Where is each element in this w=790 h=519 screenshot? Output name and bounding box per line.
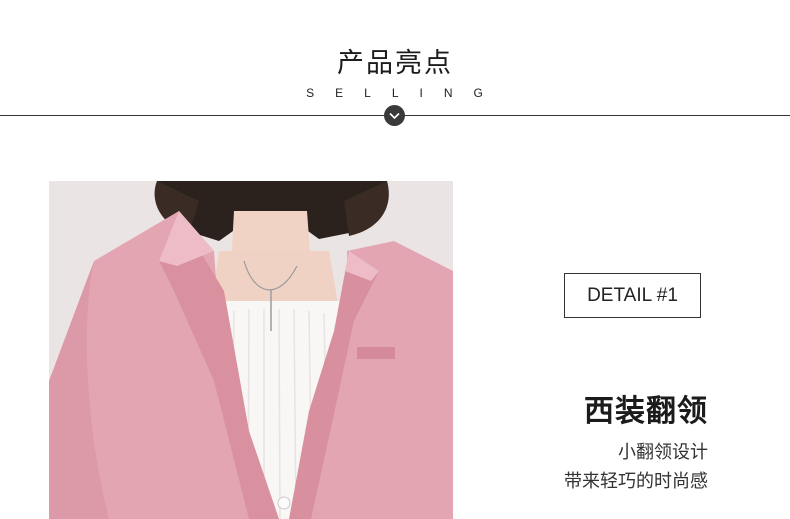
detail-label: DETAIL #1 <box>564 273 701 318</box>
pink-blazer-illustration <box>49 181 453 519</box>
product-photo <box>49 181 453 519</box>
feature-description-line-1: 小翻领设计 <box>618 442 708 463</box>
feature-description-line-2: 带来轻巧的时尚感 <box>564 471 708 492</box>
divider-knob <box>384 105 405 126</box>
chevron-down-icon <box>389 112 400 119</box>
section-subtitle: SELLING <box>306 86 504 100</box>
feature-title: 西装翻领 <box>584 394 708 429</box>
section-title: 产品亮点 <box>337 48 453 79</box>
